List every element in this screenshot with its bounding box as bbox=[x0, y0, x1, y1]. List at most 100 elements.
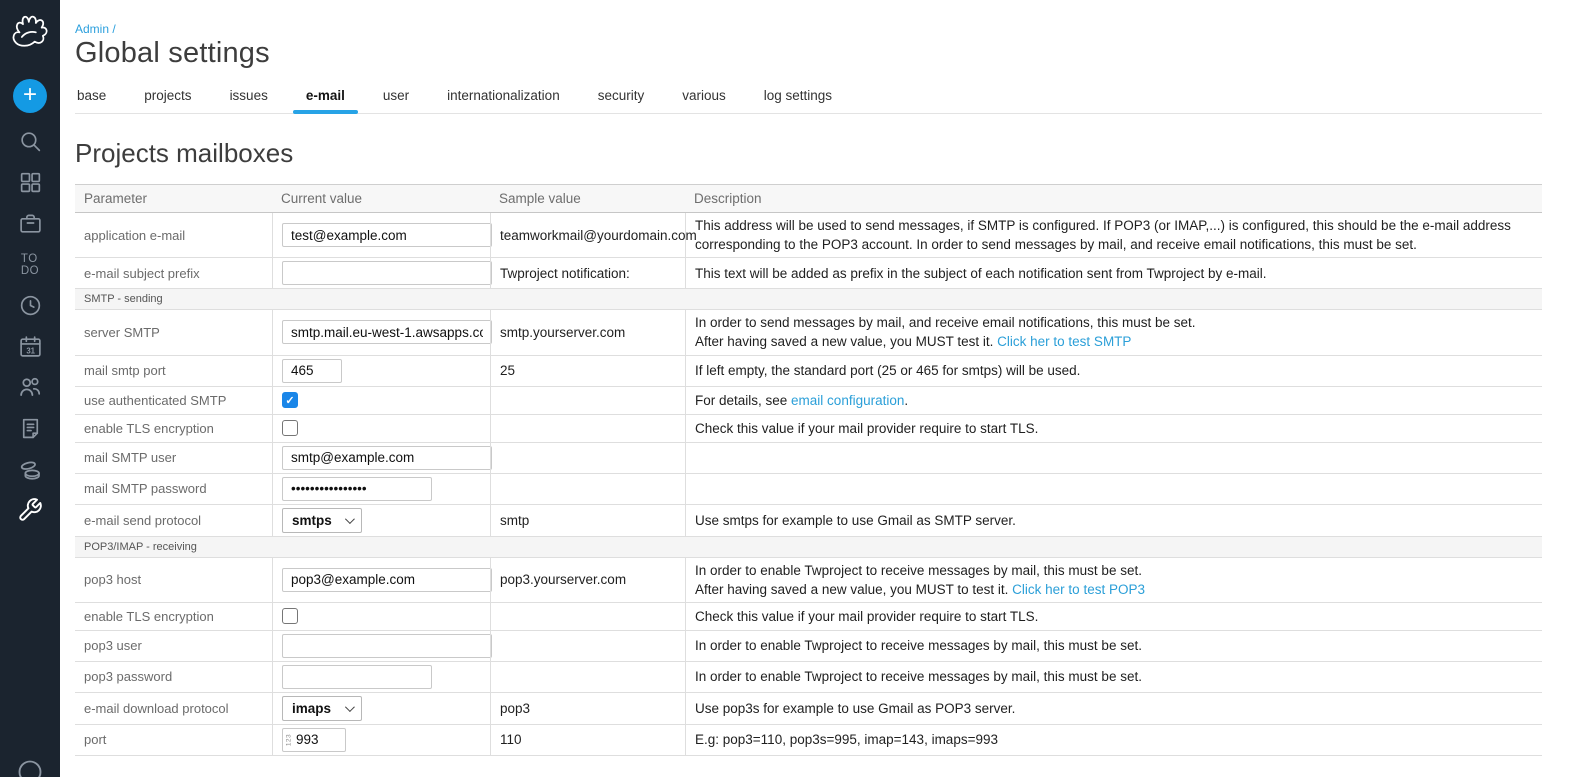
description-link[interactable]: Click her to test POP3 bbox=[1012, 582, 1145, 597]
current-value-cell bbox=[272, 631, 490, 661]
add-button[interactable]: + bbox=[13, 79, 47, 113]
description-line: In order to send messages by mail, and r… bbox=[695, 313, 1533, 332]
people-icon[interactable] bbox=[17, 374, 43, 400]
description-text: This address will be used to send messag… bbox=[695, 218, 1511, 252]
sample-value: pop3 bbox=[490, 693, 685, 724]
description-cell: E.g: pop3=110, pop3s=995, imap=143, imap… bbox=[685, 725, 1542, 755]
enable-tls-encryption-checkbox[interactable] bbox=[282, 420, 298, 436]
param-label: mail SMTP password bbox=[75, 474, 272, 504]
table-row: pop3 hostpop3.yourserver.comIn order to … bbox=[75, 558, 1542, 603]
calendar-icon[interactable]: 31 bbox=[17, 333, 43, 359]
current-value-cell bbox=[272, 662, 490, 692]
dashboard-icon[interactable] bbox=[17, 169, 43, 195]
description-cell bbox=[685, 474, 1542, 504]
current-value-cell bbox=[272, 258, 490, 288]
tab-projects[interactable]: projects bbox=[142, 82, 193, 113]
e-mail-download-protocol-select[interactable]: imaps bbox=[282, 696, 362, 721]
description-cell: This address will be used to send messag… bbox=[685, 213, 1542, 257]
time-clock-icon[interactable] bbox=[17, 292, 43, 318]
description-link[interactable]: email configuration bbox=[791, 393, 904, 408]
use-authenticated-smtp-checkbox[interactable]: ✓ bbox=[282, 392, 298, 408]
section-row-smtp-sending: SMTP - sending bbox=[75, 289, 1542, 310]
tab-issues[interactable]: issues bbox=[228, 82, 270, 113]
description-line: This address will be used to send messag… bbox=[695, 216, 1533, 254]
sample-value bbox=[490, 387, 685, 414]
tab-bar: base projects issues e-mail user internationa… bbox=[75, 82, 1542, 114]
description-line: If left empty, the standard port (25 or … bbox=[695, 361, 1533, 380]
description-line: After having saved a new value, you MUST… bbox=[695, 332, 1533, 351]
sample-value bbox=[490, 603, 685, 630]
table-row: use authenticated SMTP✓For details, see … bbox=[75, 387, 1542, 415]
column-header: Parameter bbox=[75, 185, 272, 212]
column-header: Sample value bbox=[490, 185, 685, 212]
description-link[interactable]: Click her to test SMTP bbox=[997, 334, 1131, 349]
tab-log-settings[interactable]: log settings bbox=[762, 82, 834, 113]
e-mail-send-protocol-select[interactable]: smtps bbox=[282, 508, 362, 533]
sidebar: + TO DO 31 bbox=[0, 0, 60, 777]
sample-value: smtp.yourserver.com bbox=[490, 310, 685, 354]
todo-icon[interactable]: TO DO bbox=[21, 253, 39, 277]
documents-icon[interactable] bbox=[17, 415, 43, 441]
mail-smtp-port-input[interactable] bbox=[282, 359, 342, 383]
mail-smtp-user-input[interactable] bbox=[282, 446, 492, 470]
table-header-row: Parameter Current value Sample value Des… bbox=[75, 184, 1542, 213]
costs-coins-icon[interactable] bbox=[17, 456, 43, 482]
table-row: mail smtp port25If left empty, the stand… bbox=[75, 356, 1542, 387]
search-icon[interactable] bbox=[17, 128, 43, 154]
svg-text:31: 31 bbox=[26, 346, 35, 355]
table-row: mail SMTP user bbox=[75, 443, 1542, 474]
help-icon[interactable] bbox=[16, 758, 44, 777]
settings-table-body: application e-mailteamworkmail@yourdomai… bbox=[75, 213, 1542, 756]
sample-value bbox=[490, 631, 685, 661]
server-smtp-input[interactable] bbox=[282, 320, 492, 344]
tab-user[interactable]: user bbox=[381, 82, 411, 113]
sample-value: 110 bbox=[490, 725, 685, 755]
description-line: This text will be added as prefix in the… bbox=[695, 264, 1533, 283]
table-row: application e-mailteamworkmail@yourdomai… bbox=[75, 213, 1542, 258]
description-text: . bbox=[904, 393, 908, 408]
breadcrumb[interactable]: Admin / bbox=[75, 22, 1542, 36]
pop3-host-input[interactable] bbox=[282, 568, 492, 592]
tab-e-mail[interactable]: e-mail bbox=[304, 82, 347, 113]
param-label: pop3 user bbox=[75, 631, 272, 661]
projects-briefcase-icon[interactable] bbox=[17, 210, 43, 236]
current-value-cell bbox=[272, 443, 490, 473]
description-line: Check this value if your mail provider r… bbox=[695, 607, 1533, 626]
settings-table: Parameter Current value Sample value Des… bbox=[75, 184, 1542, 756]
current-value-cell bbox=[272, 415, 490, 442]
description-cell bbox=[685, 443, 1542, 473]
tab-base[interactable]: base bbox=[75, 82, 108, 113]
table-row: pop3 userIn order to enable Twproject to… bbox=[75, 631, 1542, 662]
mail-smtp-password-input[interactable] bbox=[282, 477, 432, 501]
tab-security[interactable]: security bbox=[596, 82, 647, 113]
table-row: enable TLS encryptionCheck this value if… bbox=[75, 603, 1542, 631]
sample-value bbox=[490, 443, 685, 473]
table-row: enable TLS encryptionCheck this value if… bbox=[75, 415, 1542, 443]
current-value-cell bbox=[272, 213, 490, 257]
tab-internationalization[interactable]: internationalization bbox=[445, 82, 562, 113]
current-value-cell: smtps bbox=[272, 505, 490, 536]
twproject-logo-icon[interactable] bbox=[9, 8, 51, 55]
description-line: Use pop3s for example to use Gmail as PO… bbox=[695, 699, 1533, 718]
current-value-cell bbox=[272, 474, 490, 504]
column-header: Current value bbox=[272, 185, 490, 212]
enable-tls-encryption-checkbox[interactable] bbox=[282, 608, 298, 624]
current-value-cell bbox=[272, 603, 490, 630]
pop3-user-input[interactable] bbox=[282, 634, 492, 658]
current-value-cell bbox=[272, 558, 490, 602]
current-value-cell: ✓ bbox=[272, 387, 490, 414]
pop3-password-input[interactable] bbox=[282, 665, 432, 689]
application-e-mail-input[interactable] bbox=[282, 223, 492, 247]
section-row-pop3-imap-receiving: POP3/IMAP - receiving bbox=[75, 537, 1542, 558]
description-cell: Use pop3s for example to use Gmail as PO… bbox=[685, 693, 1542, 724]
description-line: Check this value if your mail provider r… bbox=[695, 419, 1533, 438]
table-row: mail SMTP password bbox=[75, 474, 1542, 505]
port-input[interactable] bbox=[282, 728, 346, 752]
table-row: pop3 passwordIn order to enable Twprojec… bbox=[75, 662, 1542, 693]
table-row: e-mail subject prefixTwproject notificat… bbox=[75, 258, 1542, 289]
table-row: port123110E.g: pop3=110, pop3s=995, imap… bbox=[75, 725, 1542, 756]
admin-tools-wrench-icon[interactable] bbox=[17, 497, 43, 523]
e-mail-subject-prefix-input[interactable] bbox=[282, 261, 492, 285]
tab-various[interactable]: various bbox=[680, 82, 728, 113]
select-value: smtps bbox=[292, 513, 332, 528]
